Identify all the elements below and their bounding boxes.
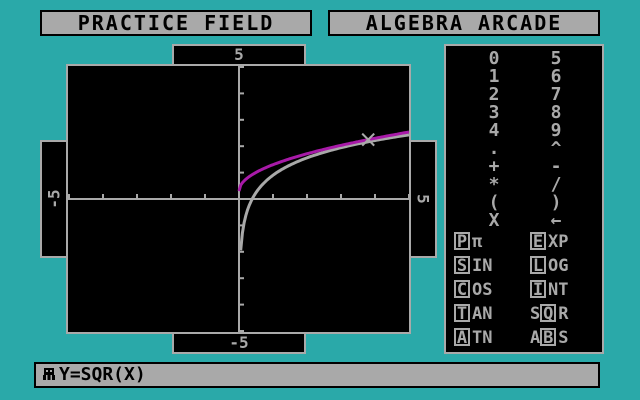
expression-text: Y=SQR(X) (59, 364, 146, 385)
x-min-label: -5 (40, 140, 68, 258)
function-suffix: TN (472, 328, 493, 348)
x-max-text: 5 (413, 194, 433, 204)
y-max-label: 5 (172, 44, 306, 66)
function-suffix: XP (548, 232, 569, 252)
function-key-pπ[interactable]: Pπ (454, 232, 482, 252)
function-key-cos[interactable]: C OS (454, 280, 492, 300)
key-backspace[interactable]: ← (546, 212, 566, 230)
function-hotkey: S (454, 256, 470, 275)
function-hotkey: E (530, 232, 546, 251)
function-prefix: A (530, 328, 541, 348)
function-key-atn[interactable]: A TN (454, 328, 492, 348)
function-key-sqr[interactable]: SQR (530, 304, 569, 324)
function-suffix: NT (548, 280, 569, 300)
function-suffix: OG (548, 256, 569, 276)
player-icon (42, 367, 56, 381)
function-hotkey: P (454, 232, 470, 251)
game-screen: PRACTICE FIELD ALGEBRA ARCADE 5 -5 -5 5 … (0, 0, 640, 400)
function-suffix: S (558, 328, 569, 348)
x-max-label: 5 (409, 140, 437, 258)
key-x[interactable]: X (484, 212, 504, 230)
function-suffix: π (472, 232, 483, 252)
graph-plot[interactable] (66, 64, 411, 334)
function-key-abs[interactable]: ABS (530, 328, 569, 348)
function-hotkey: L (530, 256, 546, 275)
graph-canvas (68, 66, 409, 332)
function-key-log[interactable]: L OG (530, 256, 568, 276)
function-suffix: AN (472, 304, 493, 324)
function-hotkey: C (454, 280, 470, 299)
function-hotkey: B (540, 328, 557, 347)
function-hotkey: T (454, 304, 470, 323)
function-hotkey: I (530, 280, 546, 299)
function-key-exp[interactable]: E XP (530, 232, 568, 252)
x-min-text: -5 (44, 189, 64, 209)
expression-bar[interactable]: Y=SQR(X) (34, 362, 600, 388)
practice-field-title: PRACTICE FIELD (40, 10, 312, 36)
algebra-arcade-title: ALGEBRA ARCADE (328, 10, 600, 36)
y-min-label: -5 (172, 332, 306, 354)
function-suffix: OS (472, 280, 493, 300)
function-key-sin[interactable]: S IN (454, 256, 492, 276)
function-hotkey: A (454, 328, 470, 347)
series-gray-curve (239, 133, 409, 251)
function-suffix: IN (472, 256, 493, 276)
function-prefix: S (530, 304, 541, 324)
function-suffix: R (558, 304, 569, 324)
function-hotkey: Q (540, 304, 557, 323)
keypad: 0 1 2 3 4 5 6 7 8 9. + *(X ^ - /) ← Pπ E XP S IN L OG C OS I NT T AN… (444, 44, 604, 354)
function-key-int[interactable]: I NT (530, 280, 568, 300)
function-key-tan[interactable]: T AN (454, 304, 492, 324)
